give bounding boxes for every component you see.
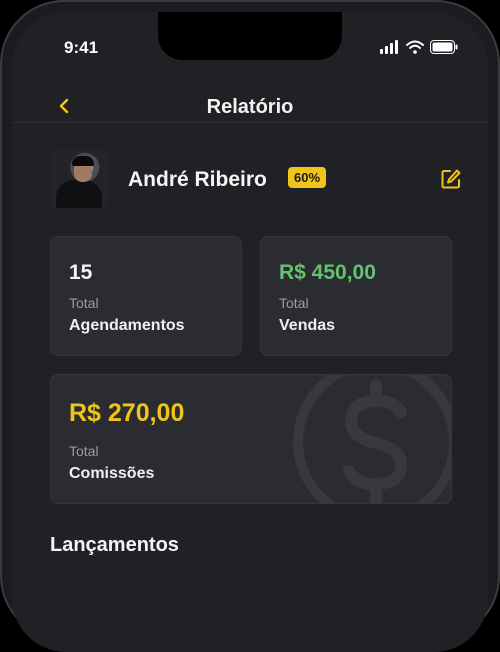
status-icons [380, 40, 458, 54]
status-time: 9:41 [64, 38, 99, 57]
appointments-card[interactable]: 15 Total Agendamentos [50, 236, 242, 356]
commissions-value: R$ 270,00 [69, 399, 185, 427]
entries-section-title: Lançamentos [50, 534, 179, 556]
sales-card[interactable]: R$ 450,00 Total Vendas [260, 236, 452, 356]
sales-label-top: Total [279, 295, 309, 311]
appointments-value: 15 [69, 261, 93, 284]
commission-badge: 60% [288, 167, 327, 188]
phone-frame: 9:41 Relatório André Ribeiro 60% 15 Tota… [0, 0, 500, 652]
avatar [50, 150, 108, 208]
sales-value: R$ 450,00 [279, 261, 376, 284]
appointments-label-top: Total [69, 295, 99, 311]
page-title: Relatório [206, 96, 294, 118]
app-screen: 9:41 Relatório André Ribeiro 60% 15 Tota… [12, 12, 488, 652]
commissions-label-top: Total [69, 443, 99, 459]
wifi-icon [406, 40, 424, 54]
profile-header: André Ribeiro 60% [50, 150, 461, 208]
dollar-icon [293, 375, 451, 503]
appointments-label: Agendamentos [69, 317, 185, 334]
edit-icon[interactable] [440, 168, 462, 190]
top-bar: Relatório [12, 72, 488, 123]
commissions-card[interactable]: R$ 270,00 Total Comissões [50, 374, 452, 504]
battery-icon [430, 40, 458, 54]
notch [158, 12, 342, 60]
commissions-label: Comissões [69, 465, 155, 482]
signal-icon [380, 40, 398, 54]
sales-label: Vendas [279, 317, 336, 334]
professional-name: André Ribeiro [128, 168, 267, 191]
